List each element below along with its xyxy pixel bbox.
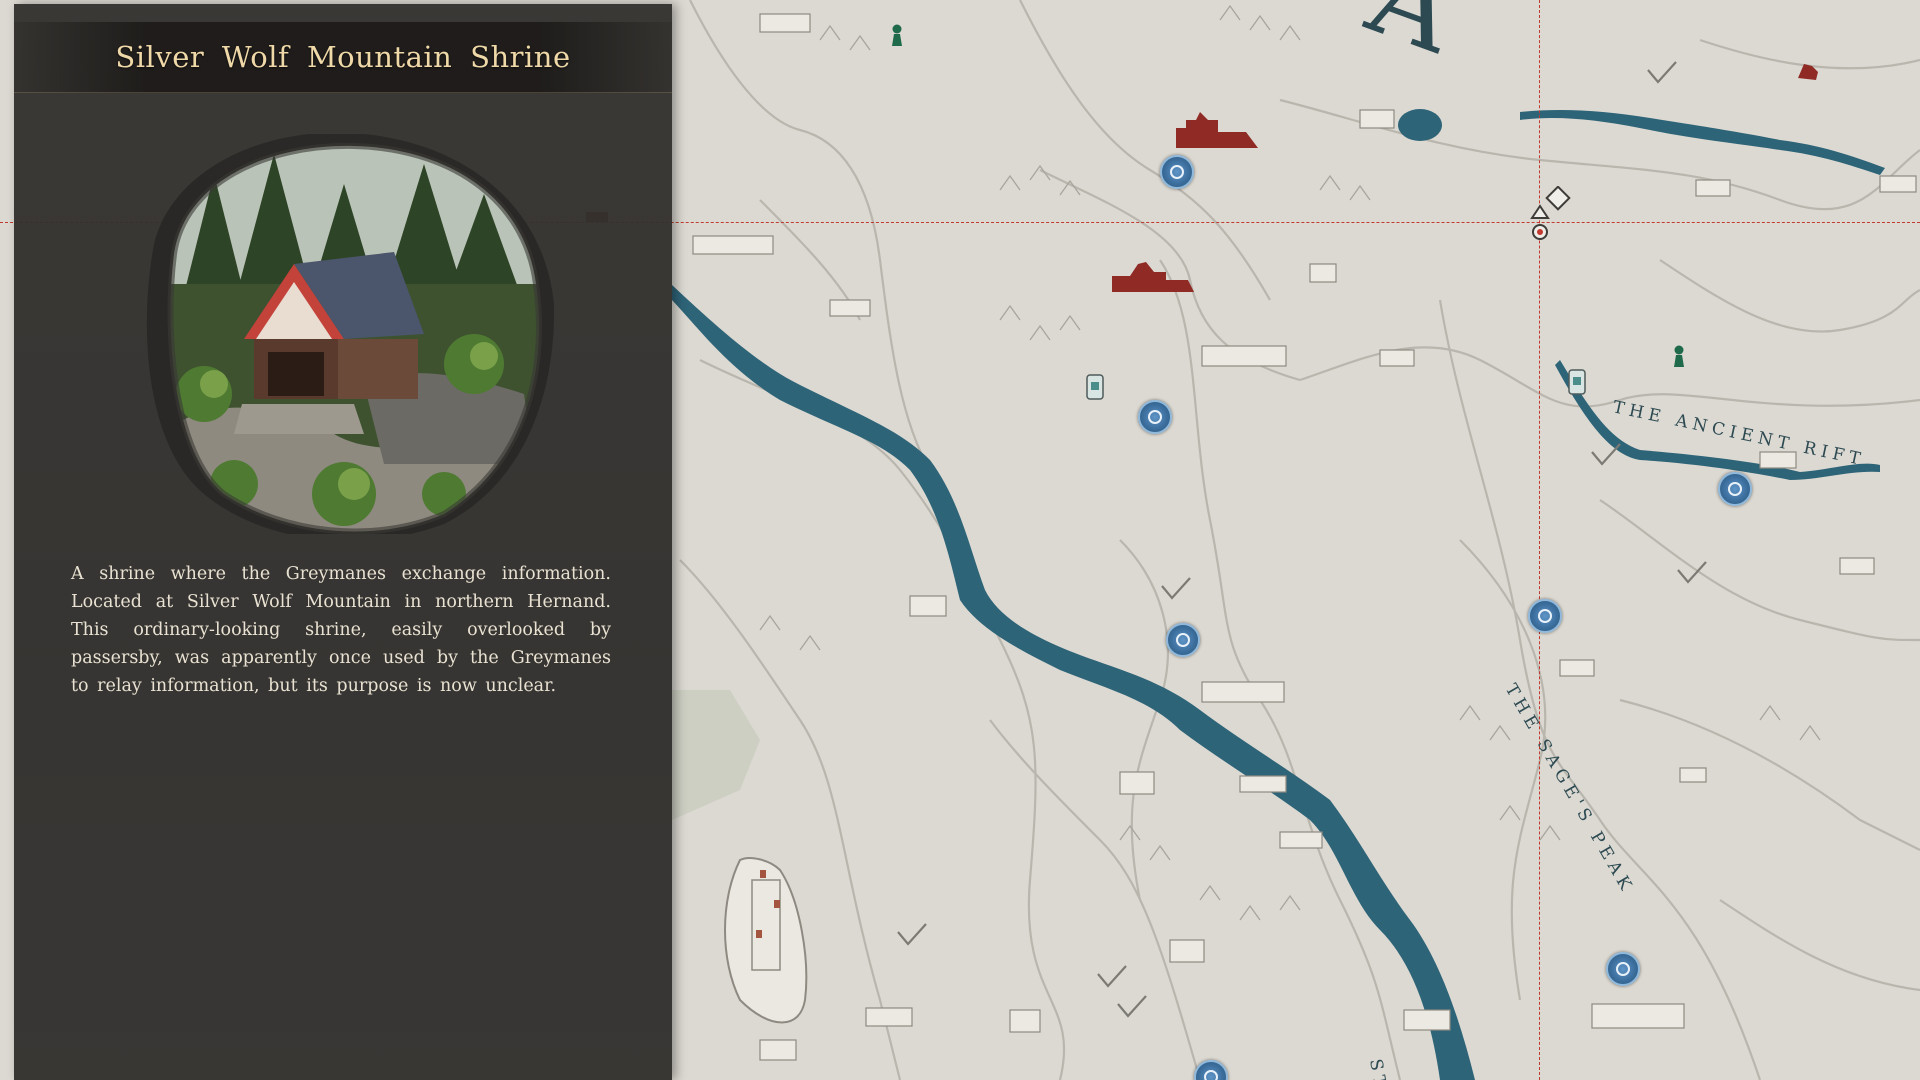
fast-travel-icon[interactable] (1528, 599, 1562, 633)
location-pin-icon[interactable] (1524, 186, 1572, 246)
location-title: Silver Wolf Mountain Shrine (115, 40, 571, 74)
map-screen: THE ANCIENT RIFT THE SAGE'S PEAK STO A S (0, 0, 1920, 1080)
fast-travel-icon[interactable] (1606, 952, 1640, 986)
stele-icon[interactable] (1567, 368, 1587, 396)
stele-icon[interactable] (1085, 373, 1105, 401)
map-lake (1398, 109, 1442, 141)
panel-header: Silver Wolf Mountain Shrine (14, 22, 672, 93)
pawn-icon[interactable] (890, 24, 904, 48)
fast-travel-icon[interactable] (1138, 400, 1172, 434)
pawn-icon[interactable] (1672, 345, 1686, 369)
fast-travel-icon[interactable] (1718, 472, 1752, 506)
location-description: A shrine where the Greymanes exchange in… (71, 564, 611, 696)
location-image (146, 134, 555, 534)
fast-travel-icon[interactable] (1160, 155, 1194, 189)
location-info-panel: Silver Wolf Mountain Shrine A shrine whe… (14, 4, 672, 1080)
crosshair-vertical (1539, 0, 1540, 1080)
fast-travel-icon[interactable] (1166, 623, 1200, 657)
